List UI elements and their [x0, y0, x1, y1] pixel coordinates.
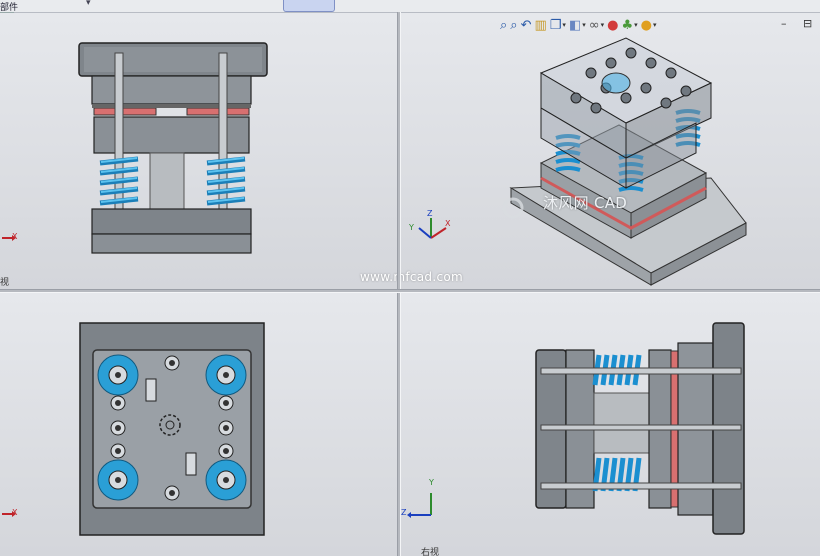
view-orientation-icon[interactable]: ❐ ▾: [550, 16, 566, 34]
front-view-drawing: [2, 42, 268, 254]
zoom-area-icon[interactable]: ⌕: [510, 16, 517, 34]
axis-z-label: Z: [401, 508, 407, 517]
tile-windows-icon[interactable]: ⊟: [803, 17, 812, 30]
right-view-drawing: [407, 322, 745, 535]
viewport-front[interactable]: X 视: [0, 13, 397, 289]
view-label-front: 视: [0, 278, 10, 288]
isometric-view-drawing: [418, 37, 747, 286]
axis-x-label: X: [445, 219, 451, 228]
heads-up-view-toolbar: ⌕ ⌕ ↶ ▥ ❐ ▾ ◧ ▾ ∞ ▾ ● ♣ ▾ ● ▾: [500, 15, 656, 35]
chevron-down-icon[interactable]: ▾: [86, 0, 91, 8]
top-view-drawing: [2, 322, 265, 536]
viewport-splitter-horizontal[interactable]: [0, 289, 820, 293]
axis-x-label: X: [12, 232, 18, 241]
zoom-to-fit-icon[interactable]: ⌕: [500, 16, 507, 34]
cad-window: 部件 ▾ 品: [0, 0, 820, 556]
minimize-icon[interactable]: –: [781, 17, 787, 30]
feature-manager-tabs: 部件 ▾: [0, 0, 820, 13]
viewport-isometric[interactable]: X Z Y 沐风网 CAD ⌕ ⌕ ↶ ▥ ❐ ▾ ◧ ▾ ∞ ▾ ● ♣ ▾ ● ▾ –…: [401, 13, 820, 289]
axis-z-label: Z: [427, 209, 433, 218]
view-settings-icon[interactable]: ● ▾: [641, 16, 657, 34]
viewport-right[interactable]: Y Z 右视: [401, 293, 820, 556]
section-view-icon[interactable]: ▥: [534, 16, 546, 34]
hide-show-icon[interactable]: ∞ ▾: [589, 16, 604, 34]
axis-y-label: Y: [429, 478, 434, 487]
viewport-top[interactable]: X: [0, 293, 397, 556]
watermark-logo-text: 沐风网 CAD: [543, 194, 628, 212]
view-label-right: 右视: [421, 548, 440, 556]
axis-y-label: Y: [409, 223, 414, 232]
previous-view-icon[interactable]: ↶: [521, 16, 532, 34]
display-style-icon[interactable]: ◧ ▾: [569, 16, 586, 34]
watermark-site: www.mfcad.com: [360, 270, 463, 284]
viewport-splitter-vertical[interactable]: [397, 12, 401, 556]
apply-scene-icon[interactable]: ♣ ▾: [621, 16, 637, 34]
edit-appearance-icon[interactable]: ●: [607, 16, 618, 34]
axis-x-label: X: [12, 508, 18, 517]
active-tab-button[interactable]: [283, 0, 335, 12]
